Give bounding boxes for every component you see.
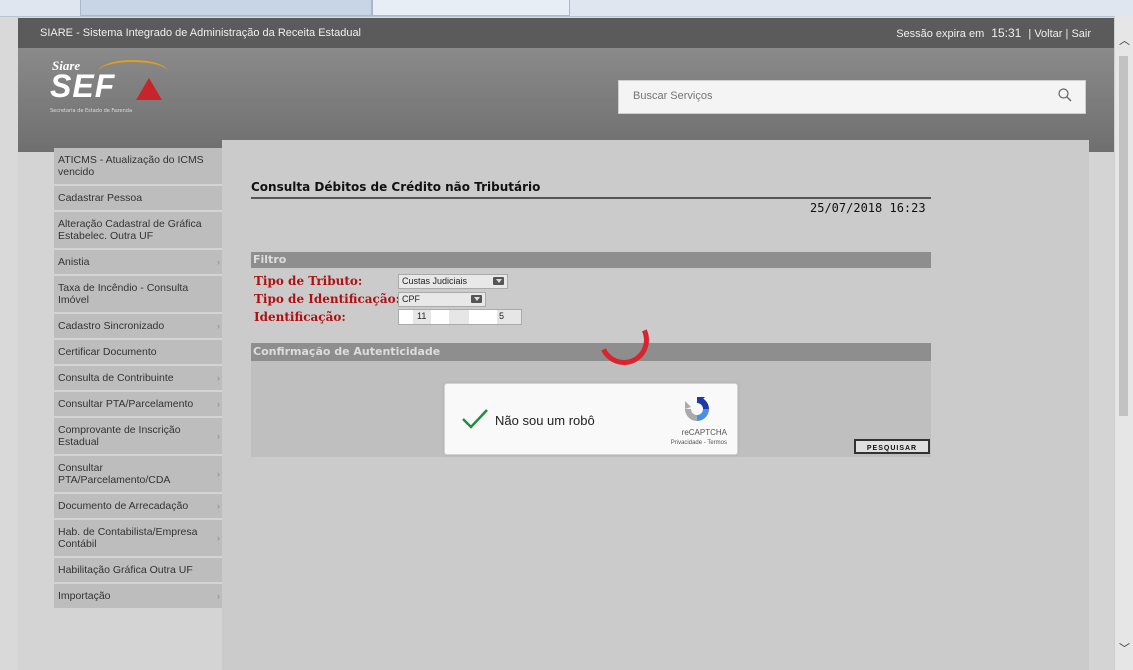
sidebar-item[interactable]: Consultar PTA/Parcelamento › — [54, 392, 222, 418]
page: SIARE - Sistema Integrado de Administraç… — [18, 18, 1115, 670]
chevron-right-icon: › — [217, 399, 220, 409]
tipo-identificacao-select[interactable]: CPF — [398, 292, 486, 307]
chevron-right-icon: › — [217, 533, 220, 543]
tipo-tributo-value: Custas Judiciais — [402, 276, 468, 286]
browser-tab-active[interactable] — [372, 0, 570, 16]
sidebar-item[interactable]: Habilitação Gráfica Outra UF — [54, 558, 222, 584]
filter-header: Filtro — [251, 252, 931, 268]
session-info: Sessão expira em 15:31 | Voltar | Sair — [896, 26, 1091, 40]
browser-tab[interactable] — [80, 0, 372, 16]
sidebar-item[interactable]: Taxa de Incêndio - Consulta Imóvel — [54, 276, 222, 314]
sidebar-item-label: Anistia — [58, 256, 90, 268]
logo-triangle — [136, 78, 162, 100]
page-title: Consulta Débitos de Crédito não Tributár… — [251, 180, 541, 194]
sidebar-item-label: Consultar PTA/Parcelamento — [58, 398, 194, 410]
content-panel: Consulta Débitos de Crédito não Tributár… — [222, 140, 1089, 670]
sidebar-item[interactable]: Anistia › — [54, 250, 222, 276]
sidebar-item-label: Certificar Documento — [58, 346, 157, 358]
vertical-scrollbar[interactable]: ︿ ﹀ — [1114, 16, 1133, 670]
identificacao-label: Identificação: — [254, 310, 346, 324]
sidebar-item[interactable]: Hab. de Contabilista/Empresa Contábil › — [54, 520, 222, 558]
sidebar-item-label: Alteração Cadastral de Gráfica Estabelec… — [58, 218, 202, 242]
session-label: Sessão expira em — [896, 28, 985, 40]
recaptcha-logo-icon — [685, 397, 709, 421]
logo-sef: SEF — [50, 68, 116, 104]
sidebar-item[interactable]: Cadastro Sincronizado › — [54, 314, 222, 340]
chevron-right-icon: › — [217, 431, 220, 441]
search-input[interactable] — [631, 89, 1035, 103]
sidebar-item-label: Importação — [58, 590, 111, 602]
sef-logo[interactable]: Siare SEF Secretaria de Estado de Fazend… — [48, 58, 168, 118]
sidebar-item[interactable]: Consulta de Contribuinte › — [54, 366, 222, 392]
sidebar-item[interactable]: Cadastrar Pessoa — [54, 186, 222, 212]
filter-title: Filtro — [253, 253, 287, 266]
system-title: SIARE - Sistema Integrado de Administraç… — [40, 27, 362, 39]
search-box — [618, 80, 1086, 114]
search-button[interactable]: PESQUISAR — [854, 439, 930, 454]
chevron-right-icon: › — [217, 591, 220, 601]
back-link[interactable]: Voltar — [1034, 28, 1062, 40]
header: Siare SEF Secretaria de Estado de Fazend… — [18, 48, 1115, 152]
scroll-up-icon[interactable]: ︿ — [1119, 32, 1130, 48]
session-time: 15:31 — [991, 26, 1022, 40]
sidebar: ATICMS - Atualização do ICMS vencido Cada… — [54, 148, 222, 610]
redaction-mask — [399, 310, 413, 324]
redaction-mask — [431, 310, 449, 324]
sidebar-item[interactable]: Alteração Cadastral de Gráfica Estabelec… — [54, 212, 222, 250]
current-datetime: 25/07/2018 16:23 — [810, 201, 926, 215]
sidebar-item-label: Consultar PTA/Parcelamento/CDA — [58, 462, 171, 486]
recaptcha-label: Não sou um robô — [495, 413, 595, 428]
search-icon[interactable] — [1057, 87, 1073, 103]
auth-header: Confirmação de Autenticidade — [251, 343, 931, 361]
sidebar-item-label: Cadastro Sincronizado — [58, 320, 165, 332]
dropdown-icon — [471, 295, 482, 303]
sidebar-item[interactable]: Comprovante de Inscrição Estadual › — [54, 418, 222, 456]
recaptcha-brand: reCAPTCHA — [681, 428, 727, 437]
sidebar-item[interactable]: Certificar Documento — [54, 340, 222, 366]
sidebar-item[interactable]: Consultar PTA/Parcelamento/CDA › — [54, 456, 222, 494]
sidebar-item-label: Consulta de Contribuinte — [58, 372, 174, 384]
sidebar-item-label: ATICMS - Atualização do ICMS vencido — [58, 154, 204, 178]
auth-title: Confirmação de Autenticidade — [253, 345, 441, 358]
recaptcha-widget[interactable]: Não sou um robô reCAPTCHA Privacidade - … — [444, 383, 738, 455]
sidebar-item-label: Habilitação Gráfica Outra UF — [58, 564, 193, 576]
tipo-tributo-label: Tipo de Tributo: — [254, 274, 363, 288]
chevron-right-icon: › — [217, 257, 220, 267]
redaction-mask — [469, 310, 497, 324]
logo-subtitle: Secretaria de Estado de Fazenda — [50, 108, 133, 114]
top-bar: SIARE - Sistema Integrado de Administraç… — [18, 18, 1115, 48]
sidebar-item[interactable]: ATICMS - Atualização do ICMS vencido — [54, 148, 222, 186]
sidebar-item-label: Comprovante de Inscrição Estadual — [58, 424, 181, 448]
identificacao-value-part: 11 — [417, 311, 427, 321]
sidebar-item[interactable]: Documento de Arrecadação › — [54, 494, 222, 520]
checkmark-icon[interactable] — [461, 408, 489, 430]
sidebar-item-label: Documento de Arrecadação — [58, 500, 189, 512]
sidebar-item-label: Hab. de Contabilista/Empresa Contábil — [58, 526, 198, 550]
tipo-identificacao-value: CPF — [402, 294, 420, 304]
chevron-right-icon: › — [217, 373, 220, 383]
chevron-right-icon: › — [217, 321, 220, 331]
recaptcha-links[interactable]: Privacidade - Termos — [671, 440, 727, 446]
identificacao-value-part: 5 — [499, 311, 505, 321]
sidebar-item-label: Cadastrar Pessoa — [58, 192, 143, 204]
exit-link[interactable]: Sair — [1071, 28, 1091, 40]
chevron-right-icon: › — [217, 501, 220, 511]
identificacao-input[interactable]: 11 5 — [398, 309, 522, 325]
tipo-tributo-select[interactable]: Custas Judiciais — [398, 274, 508, 289]
scroll-down-icon[interactable]: ﹀ — [1119, 640, 1130, 656]
separator: | — [1065, 28, 1069, 40]
dropdown-icon — [493, 277, 504, 285]
sidebar-item[interactable]: Importação › — [54, 584, 222, 610]
browser-chrome — [0, 0, 1133, 17]
tipo-identificacao-label: Tipo de Identificação: — [254, 292, 401, 306]
separator: | — [1028, 28, 1032, 40]
title-divider — [251, 197, 931, 199]
chevron-right-icon: › — [217, 469, 220, 479]
sidebar-item-label: Taxa de Incêndio - Consulta Imóvel — [58, 282, 189, 306]
scrollbar-thumb[interactable] — [1119, 56, 1128, 416]
